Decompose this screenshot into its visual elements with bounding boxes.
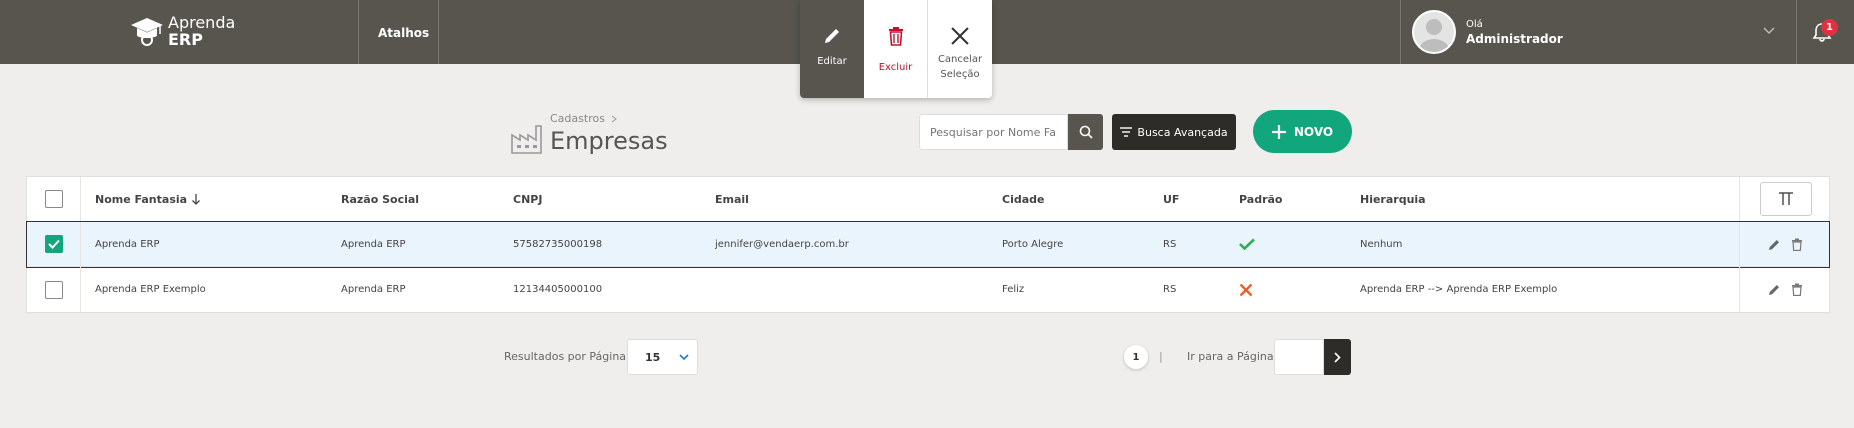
table-row[interactable]: Aprenda ERP Exemplo Aprenda ERP 12134405… [27, 267, 1829, 312]
cell-cnpj: 12134405000100 [513, 284, 603, 295]
companies-table: Nome Fantasia Razão Social CNPJ Email Ci… [26, 176, 1830, 313]
page-number-current[interactable]: 1 [1124, 345, 1148, 369]
table-row[interactable]: Aprenda ERP Aprenda ERP 57582735000198 j… [26, 221, 1830, 268]
columns-icon [1778, 192, 1793, 205]
chevron-down-icon[interactable] [1762, 26, 1776, 36]
select-all-checkbox[interactable] [44, 190, 63, 208]
cell-hierarquia: Aprenda ERP --> Aprenda ERP Exemplo [1360, 284, 1558, 295]
search-icon [1079, 125, 1093, 139]
search-button[interactable] [1068, 114, 1103, 150]
header-cidade[interactable]: Cidade [1002, 177, 1044, 221]
cell-padrao [1239, 267, 1253, 312]
header-cnpj[interactable]: CNPJ [513, 177, 542, 221]
breadcrumb-item[interactable]: Cadastros [550, 112, 605, 125]
edit-row-icon[interactable] [1768, 238, 1781, 251]
close-icon [951, 27, 969, 45]
cell-uf: RS [1163, 284, 1177, 295]
cell-razao-social: Aprenda ERP [341, 238, 406, 250]
shortcuts-menu[interactable]: Atalhos [378, 26, 429, 40]
cell-nome-fantasia: Aprenda ERP Exemplo [95, 284, 206, 295]
brand-name-line1: Aprenda [168, 13, 236, 32]
sort-down-icon [192, 193, 201, 205]
brand-name-line2: ERP [168, 30, 203, 49]
factory-icon [511, 125, 542, 154]
filter-icon [1120, 127, 1133, 137]
divider [1400, 0, 1401, 64]
checkmark-icon [47, 239, 60, 249]
breadcrumb[interactable]: Cadastros [550, 112, 668, 125]
cell-uf: RS [1163, 238, 1177, 250]
user-menu[interactable]: Olá Administrador [1412, 10, 1563, 54]
goto-page-button[interactable] [1324, 339, 1351, 375]
delete-row-icon[interactable] [1791, 238, 1803, 251]
per-page-value: 15 [645, 350, 661, 364]
edit-row-icon[interactable] [1768, 283, 1781, 296]
divider [358, 0, 359, 64]
header-email[interactable]: Email [715, 177, 749, 221]
per-page-select[interactable]: 15 [627, 339, 698, 375]
cell-cidade: Porto Alegre [1002, 238, 1064, 250]
plus-icon [1271, 124, 1286, 139]
user-silhouette-icon [1419, 19, 1449, 52]
cell-padrao [1239, 222, 1255, 266]
cancel-label-line2: Seleção [940, 69, 980, 80]
edit-button[interactable]: Editar [800, 0, 864, 98]
cancel-selection-button[interactable]: Cancelar Seleção [928, 0, 992, 98]
header-padrao[interactable]: Padrão [1239, 177, 1282, 221]
delete-button[interactable]: Excluir [864, 0, 928, 98]
header-hierarquia[interactable]: Hierarquia [1360, 177, 1426, 221]
page-header: Cadastros Empresas [510, 112, 668, 155]
cell-razao-social: Aprenda ERP [341, 284, 406, 295]
column-settings-button[interactable] [1759, 182, 1812, 216]
goto-page-input[interactable] [1274, 339, 1324, 375]
delete-label: Excluir [878, 62, 913, 73]
page-title: Empresas [550, 127, 668, 155]
edit-label: Editar [817, 56, 847, 67]
check-icon [1239, 238, 1255, 250]
cell-email: jennifer@vendaerp.com.br [715, 238, 849, 250]
header-uf[interactable]: UF [1163, 177, 1179, 221]
row-checkbox[interactable] [44, 280, 63, 299]
new-button[interactable]: NOVO [1253, 110, 1352, 153]
page-separator: | [1159, 350, 1163, 363]
trash-icon [888, 27, 903, 46]
divider [438, 0, 439, 64]
per-page-label: Resultados por Página [504, 350, 627, 363]
new-label: NOVO [1293, 124, 1334, 139]
user-greeting: Olá [1466, 19, 1483, 30]
cross-icon [1239, 283, 1253, 296]
header-nome-fantasia[interactable]: Nome Fantasia [95, 177, 201, 221]
header-label: Nome Fantasia [95, 192, 188, 206]
row-checkbox[interactable] [44, 235, 63, 253]
brand-logo[interactable]: Aprenda ERP [130, 14, 235, 48]
user-name: Administrador [1466, 32, 1563, 46]
advanced-search-label: Busca Avançada [1137, 125, 1228, 139]
chevron-right-icon [1334, 351, 1341, 363]
notification-badge: 1 [1821, 19, 1838, 36]
cancel-label-line1: Cancelar [937, 54, 983, 65]
selection-actions: Editar Excluir Cancelar Seleção [800, 0, 992, 98]
advanced-search-button[interactable]: Busca Avançada [1112, 114, 1236, 150]
chevron-down-icon [679, 353, 689, 360]
avatar [1412, 10, 1456, 54]
search-input[interactable] [919, 114, 1068, 150]
divider [1796, 0, 1797, 64]
cell-cnpj: 57582735000198 [513, 238, 603, 250]
cell-hierarquia: Nenhum [1360, 238, 1403, 250]
table-header: Nome Fantasia Razão Social CNPJ Email Ci… [27, 177, 1829, 222]
chevron-right-icon [611, 115, 617, 122]
pencil-icon [825, 29, 839, 43]
delete-row-icon[interactable] [1791, 283, 1803, 296]
graduation-cap-icon [131, 18, 163, 46]
header-razao-social[interactable]: Razão Social [341, 177, 419, 221]
goto-page-label: Ir para a Página [1187, 350, 1274, 363]
cell-nome-fantasia: Aprenda ERP [95, 238, 160, 250]
cell-cidade: Feliz [1002, 284, 1025, 295]
